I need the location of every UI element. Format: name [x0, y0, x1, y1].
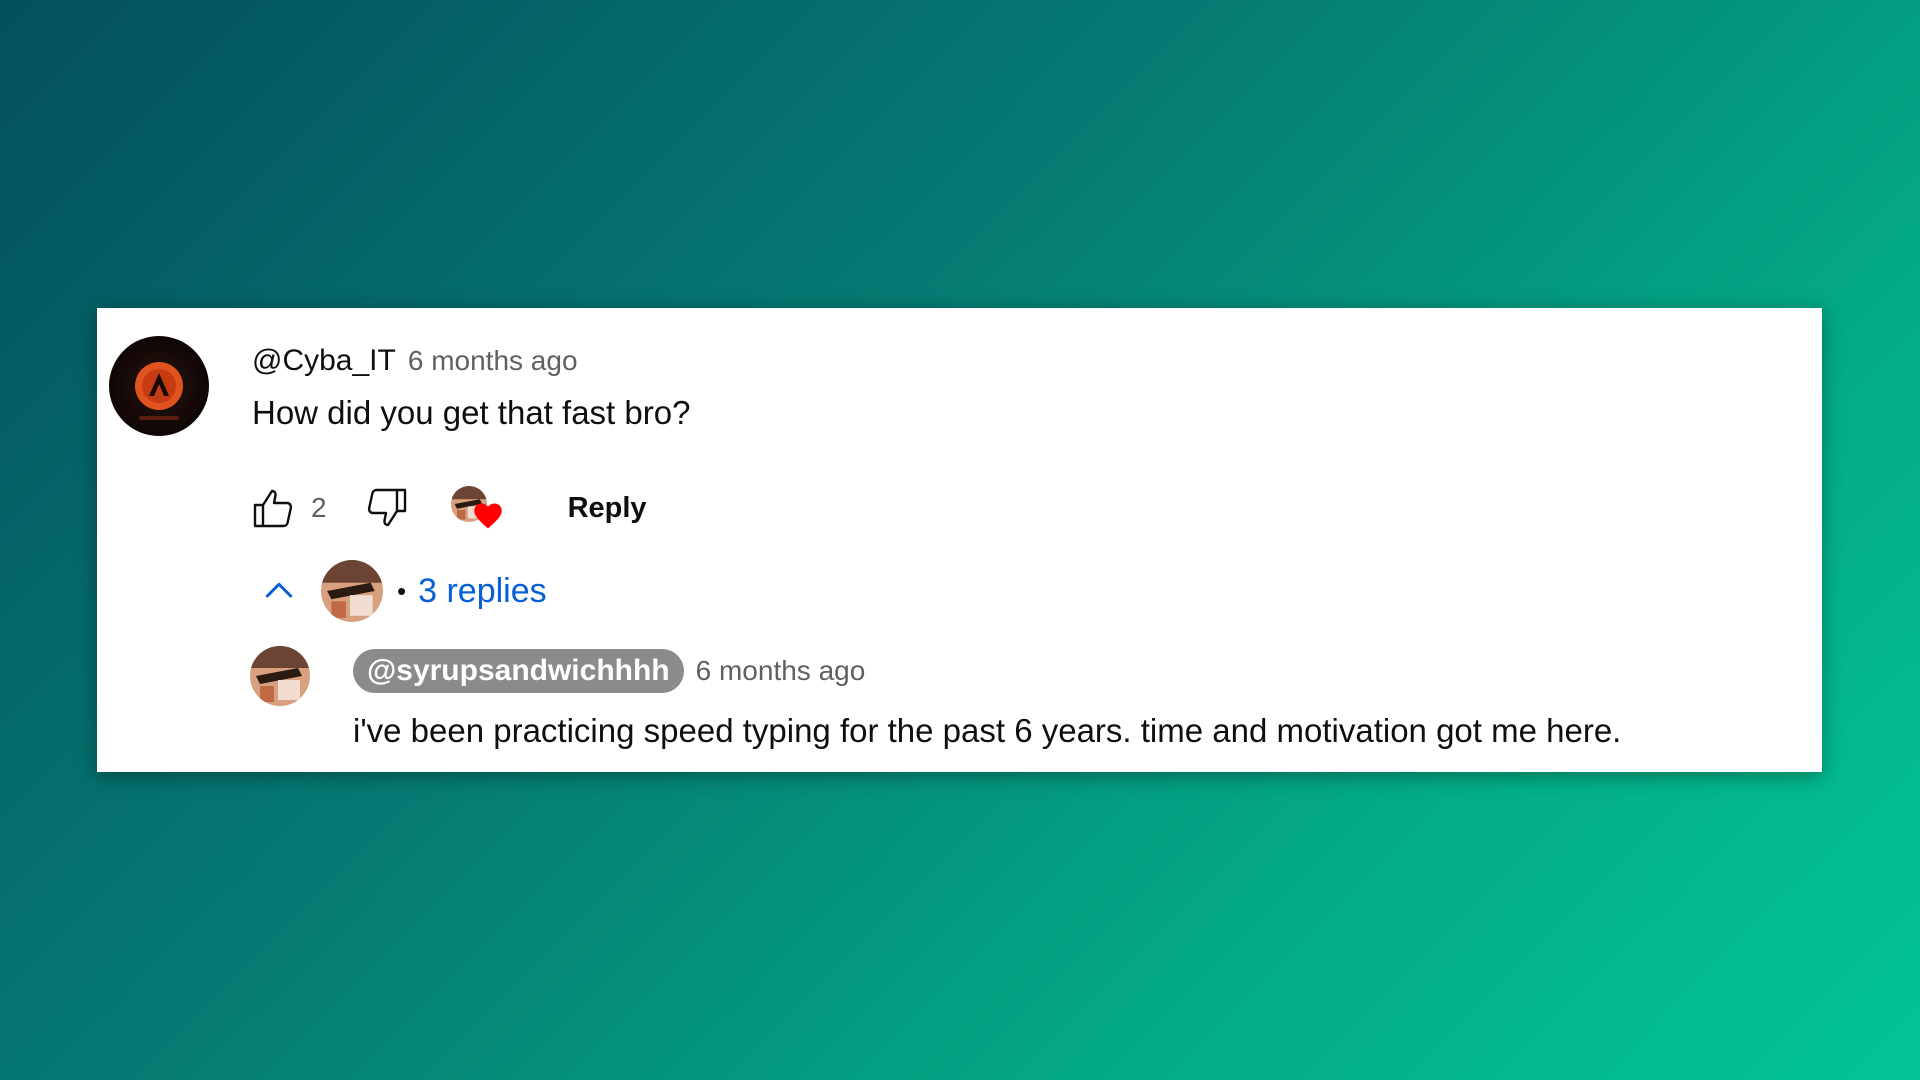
- separator-dot: •: [397, 575, 407, 606]
- thumbs-up-icon: [253, 489, 293, 528]
- dislike-button[interactable]: [361, 482, 413, 534]
- comment-text: How did you get that fast bro?: [252, 394, 691, 431]
- reply-header: @syrupsandwichhhh 6 months ago: [353, 647, 865, 695]
- comment-author[interactable]: @Cyba_IT: [252, 344, 396, 378]
- reply-timestamp[interactable]: 6 months ago: [696, 655, 866, 687]
- comment-timestamp[interactable]: 6 months ago: [408, 345, 578, 377]
- replies-count-label[interactable]: 3 replies: [418, 572, 547, 611]
- commenter-avatar[interactable]: [109, 336, 209, 436]
- replies-toggle[interactable]: • 3 replies: [257, 558, 547, 624]
- channel-logo-icon: [135, 362, 183, 420]
- reply-button[interactable]: Reply: [562, 484, 653, 533]
- creator-reply-avatar: [321, 560, 383, 622]
- comment-header: @Cyba_IT 6 months ago: [252, 341, 578, 381]
- like-button[interactable]: [247, 482, 299, 534]
- heart-icon: [473, 503, 502, 529]
- chevron-up-icon: [257, 569, 301, 613]
- reply-text: i've been practicing speed typing for th…: [353, 712, 1622, 749]
- creator-heart: [450, 480, 507, 536]
- like-count: 2: [311, 492, 327, 523]
- comment-card: @Cyba_IT 6 months ago How did you get th…: [97, 308, 1822, 772]
- reply-author-avatar[interactable]: [250, 646, 310, 706]
- thumbs-down-icon: [367, 488, 406, 527]
- reply-author-chip[interactable]: @syrupsandwichhhh: [353, 649, 684, 693]
- comment-actions: 2 Reply: [247, 476, 653, 540]
